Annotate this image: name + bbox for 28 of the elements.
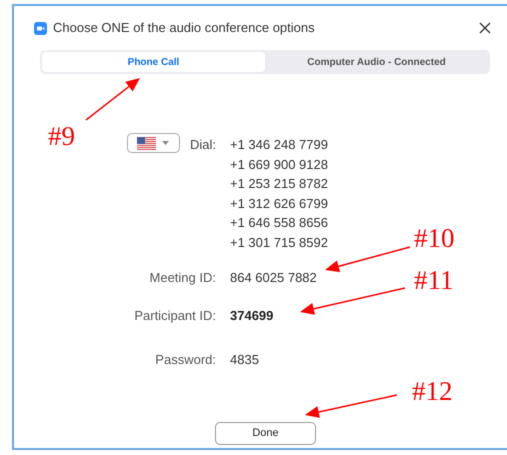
caret-icon <box>162 141 170 145</box>
annotation-label: #10 <box>414 224 454 252</box>
country-dropdown[interactable] <box>126 133 180 153</box>
phone-number: +1 301 715 8592 <box>230 234 328 252</box>
phone-number: +1 646 558 8656 <box>230 214 328 232</box>
field-value: 4835 <box>230 351 259 369</box>
annotation-label: #12 <box>412 377 452 405</box>
phone-number: +1 346 248 7799 <box>230 136 328 154</box>
phone-number: +1 669 900 9128 <box>230 156 328 174</box>
close-button[interactable] <box>478 21 492 35</box>
dial-label: Dial: <box>190 136 216 154</box>
field-label: Meeting ID: <box>148 269 216 287</box>
close-icon <box>479 22 491 34</box>
field-value: 374699 <box>230 306 274 324</box>
done-button[interactable]: Done <box>215 422 316 445</box>
window-title: Choose ONE of the audio conference options <box>53 19 315 38</box>
tab[interactable]: Phone Call <box>42 52 265 72</box>
field-label: Participant ID: <box>133 306 216 325</box>
camera-logo-icon <box>34 22 47 34</box>
phone-number: +1 312 626 6799 <box>230 194 328 212</box>
annotation-label: #11 <box>414 266 454 294</box>
tab[interactable]: Computer Audio - Connected <box>265 52 488 72</box>
phone-number: +1 253 215 8782 <box>230 175 328 193</box>
field-label: Password: <box>154 351 216 369</box>
field-value: 864 6025 7882 <box>230 269 317 287</box>
arrow <box>86 78 140 121</box>
annotation-label: #9 <box>48 122 75 150</box>
flag-icon <box>137 136 156 150</box>
